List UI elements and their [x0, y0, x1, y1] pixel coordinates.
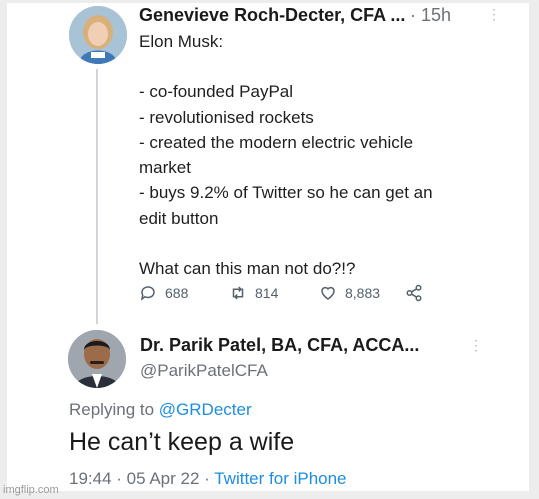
reply-count: 688 [165, 285, 189, 301]
heart-icon [321, 286, 335, 300]
tweet-card: Genevieve Roch-Decter, CFA ... · 15h ⋮ E… [7, 3, 529, 491]
replying-to-link[interactable]: @GRDecter [159, 400, 252, 419]
tweet-line: - buys 9.2% of Twitter so he can get an [139, 183, 433, 203]
tweet-line: - created the modern electric vehicle [139, 132, 414, 152]
like-count: 8,883 [345, 285, 381, 301]
tweet-line: - co-founded PayPal [139, 82, 294, 102]
share-icon [406, 284, 422, 302]
author-name[interactable]: Genevieve Roch-Decter, CFA ... [139, 5, 405, 26]
retweet-icon [232, 286, 244, 300]
reply-icon [140, 286, 155, 301]
like-button[interactable]: 8,883 [319, 284, 380, 302]
tweet-actions: 688 814 8,883 [139, 284, 439, 308]
tweet-line: - revolutionised rockets [139, 107, 314, 127]
share-button[interactable] [405, 284, 423, 302]
reply-footer: 19:44 · 05 Apr 22 · Twitter for iPhone [69, 469, 347, 489]
reply-timestamp[interactable]: 19:44 · 05 Apr 22 · [69, 469, 214, 488]
reply-author-name[interactable]: Dr. Parik Patel, BA, CFA, ACCA... [140, 335, 419, 356]
retweet-button[interactable]: 814 [229, 284, 278, 302]
avatar-image [68, 330, 126, 388]
tweet-line: Elon Musk: [139, 32, 224, 51]
watermark: imgflip.com [3, 484, 59, 496]
tweet-time[interactable]: · 15h [410, 5, 451, 26]
replying-label: Replying to [69, 400, 159, 419]
reply-button[interactable]: 688 [139, 284, 188, 302]
reply-author-avatar[interactable] [68, 330, 126, 388]
tweet-line: market [139, 158, 191, 178]
reply-body: He can’t keep a wife [69, 428, 295, 456]
more-options-icon[interactable]: ⋮ [469, 337, 483, 354]
source-client-link[interactable]: Twitter for iPhone [214, 469, 346, 488]
reply-author-handle[interactable]: @ParikPatelCFA [140, 361, 268, 381]
replying-to: Replying to @GRDecter [69, 400, 252, 420]
more-options-icon[interactable]: ⋮ [487, 6, 501, 23]
author-avatar[interactable] [69, 6, 127, 64]
retweet-count: 814 [255, 285, 279, 301]
tweet-line: What can this man not do?!? [139, 259, 356, 279]
avatar-image [69, 6, 127, 64]
thread-line [96, 69, 98, 324]
tweet-line: edit button [139, 208, 219, 228]
tweet-body: Elon Musk: - co-founded PayPal - revolut… [139, 29, 499, 281]
